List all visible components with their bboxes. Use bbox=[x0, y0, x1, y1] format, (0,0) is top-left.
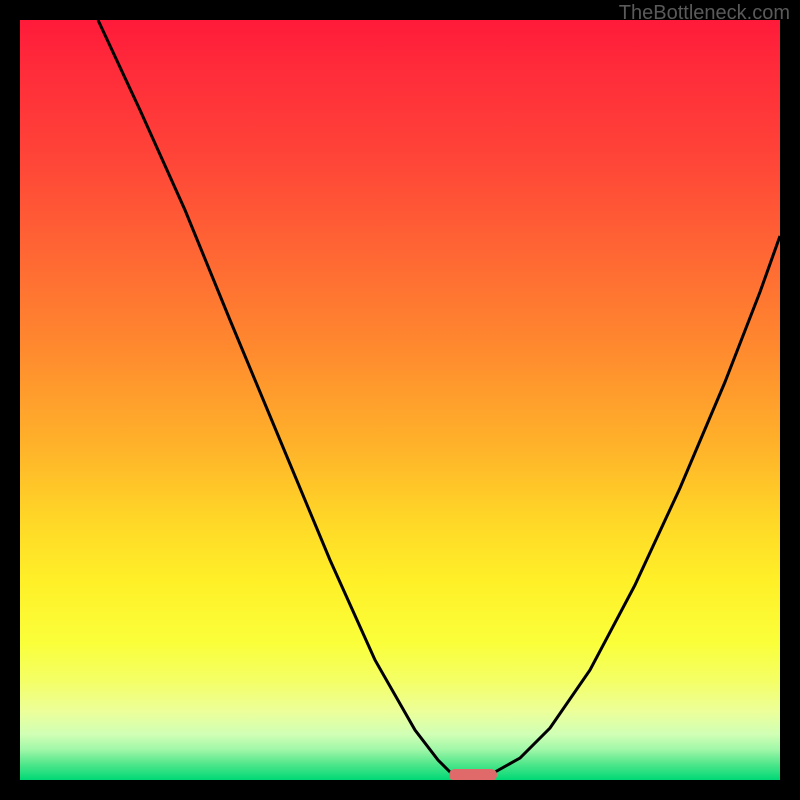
chart-frame bbox=[0, 0, 800, 800]
watermark-text: TheBottleneck.com bbox=[619, 2, 790, 25]
